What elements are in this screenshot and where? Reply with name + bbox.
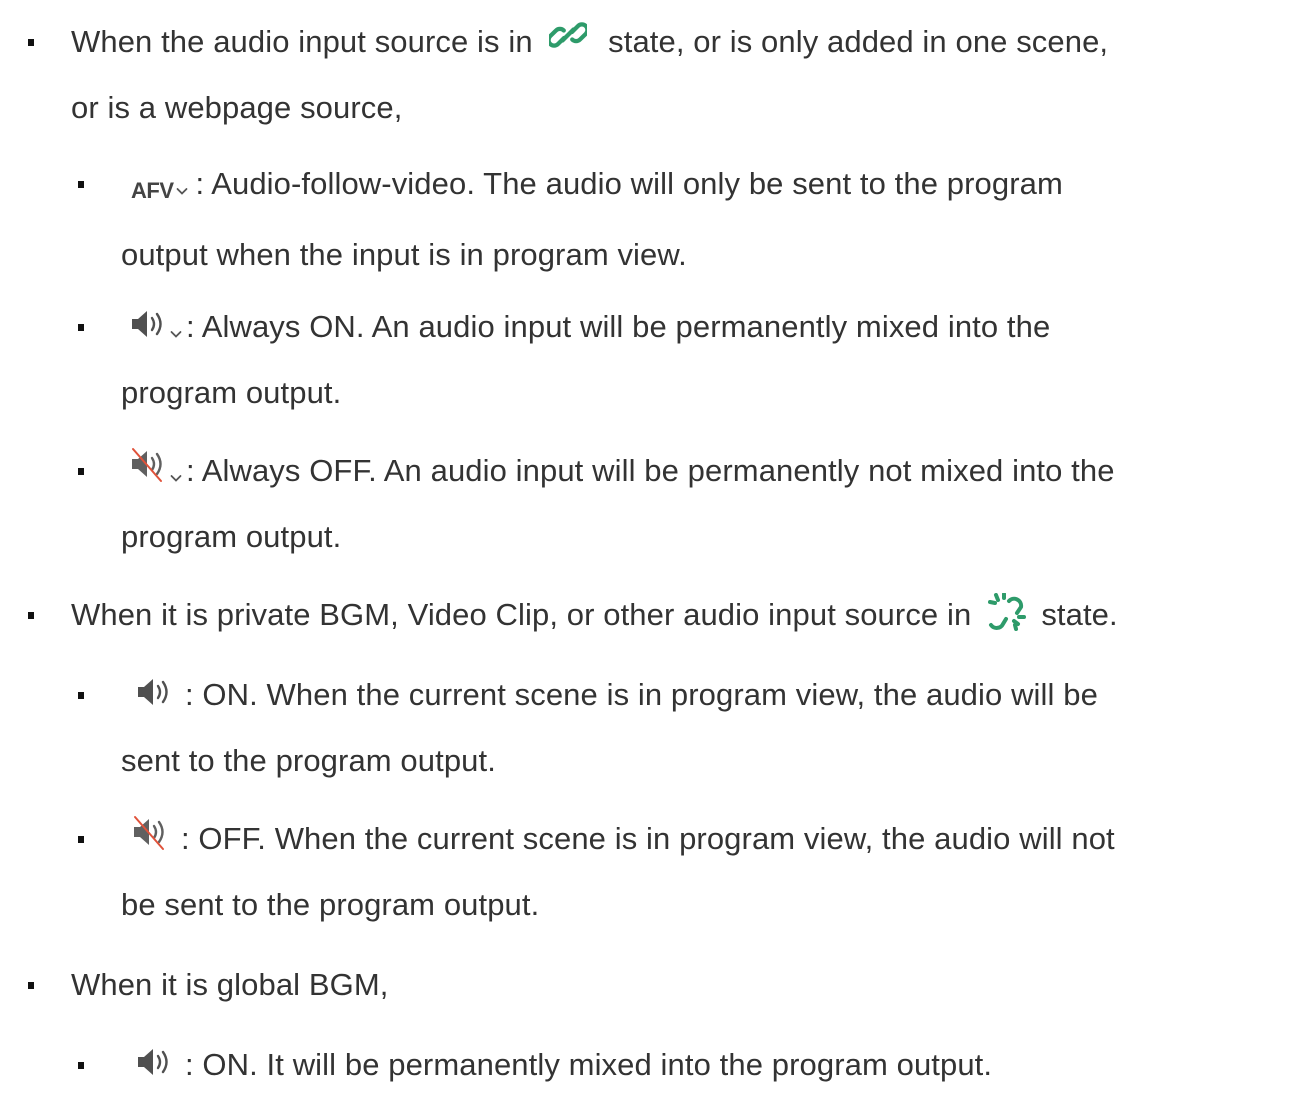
document-body: When the audio input source is in state,…: [0, 0, 1303, 1082]
item-text: program output.: [121, 374, 342, 410]
item-text: state, or is only added in one scene,: [608, 24, 1109, 59]
speaker-muted-icon: [129, 441, 165, 505]
item-text: When it is private BGM, Video Clip, or o…: [71, 597, 972, 632]
item-text: : Audio-follow-video. The audio will onl…: [195, 166, 1063, 201]
list-item-always-off: : Always OFF. An audio input will be per…: [78, 439, 1286, 569]
item-text: When it is global BGM,: [71, 967, 389, 1002]
list-item-linked-source: When the audio input source is in state,…: [28, 10, 1286, 140]
speaker-icon: [129, 297, 165, 361]
list-item-afv: AFV : Audio-follow-video. The audio will…: [78, 152, 1286, 287]
bullet: [78, 692, 84, 699]
bullet: [28, 982, 34, 989]
item-text: program output.: [121, 518, 342, 554]
bullet: [28, 39, 34, 46]
chevron-down-icon: [170, 441, 182, 505]
list-item-global-bgm: When it is global BGM,: [28, 953, 1286, 1017]
item-text: or is a webpage source,: [71, 90, 403, 125]
link-icon: [546, 12, 590, 76]
speaker-icon: [135, 1035, 171, 1099]
item-text: : ON. It will be permanently mixed into …: [185, 1047, 993, 1082]
bullet: [78, 1062, 84, 1069]
chevron-down-icon: [170, 297, 182, 361]
item-text: sent to the program output.: [121, 742, 496, 778]
item-text: : Always OFF. An audio input will be per…: [186, 453, 1115, 488]
bullet: [78, 181, 84, 188]
item-text: be sent to the program output.: [121, 886, 540, 922]
bullet: [78, 468, 84, 475]
item-text: : OFF. When the current scene is in prog…: [181, 821, 1115, 856]
list-item-off: : OFF. When the current scene is in prog…: [78, 807, 1286, 937]
bullet: [78, 324, 84, 331]
list-item-unlinked-source: When it is private BGM, Video Clip, or o…: [28, 583, 1286, 653]
bullet: [78, 836, 84, 843]
bullet: [28, 612, 34, 619]
chevron-down-icon: [176, 154, 188, 218]
list-item-always-on: : Always ON. An audio input will be perm…: [78, 295, 1286, 425]
item-text: : Always ON. An audio input will be perm…: [186, 309, 1051, 344]
unlink-icon: [987, 589, 1027, 653]
speaker-icon: [135, 665, 171, 729]
item-text: state.: [1041, 597, 1118, 632]
item-text: : ON. When the current scene is in progr…: [185, 677, 1098, 712]
speaker-muted-icon: [131, 809, 167, 873]
list-item-global-on: : ON. It will be permanently mixed into …: [78, 1033, 1286, 1099]
afv-label: AFV: [131, 178, 174, 203]
item-text: When the audio input source is in: [71, 24, 533, 59]
list-item-on: : ON. When the current scene is in progr…: [78, 663, 1286, 793]
item-text: output when the input is in program view…: [121, 237, 687, 272]
